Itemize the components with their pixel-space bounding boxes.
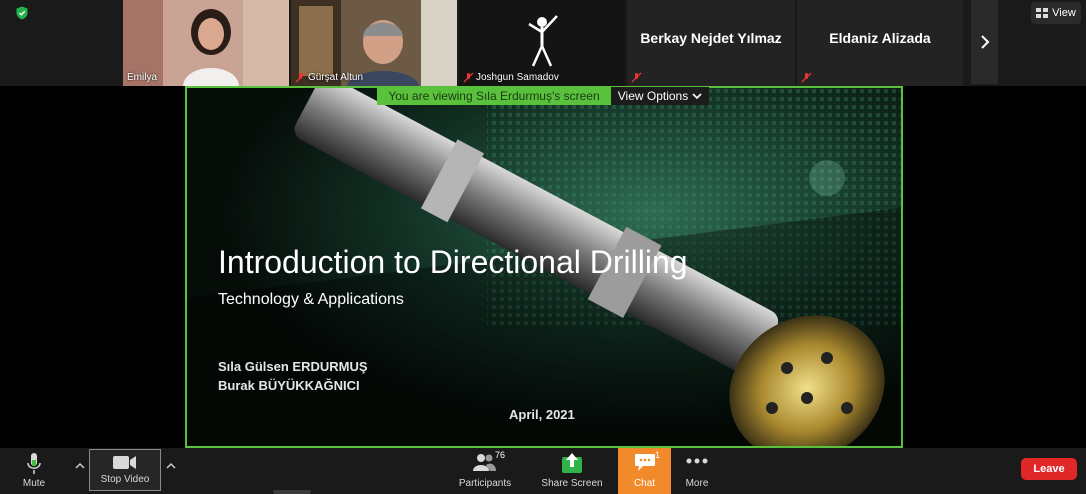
view-button[interactable]: View [1031,2,1081,24]
chat-button[interactable]: 1 Chat [618,448,671,494]
participant-name: Gürşat Altun [295,72,363,83]
share-screen-button[interactable]: Share Screen [538,448,606,494]
view-label: View [1052,7,1076,19]
share-screen-arrow-icon [562,453,582,473]
slide-date: April, 2021 [509,407,575,422]
meeting-toolbar: Mute Stop Video 76 Participants Share Sc… [0,448,1086,494]
participants-label: Participants [458,478,512,489]
video-options-chevron-up-icon[interactable] [165,461,177,471]
leave-button[interactable]: Leave [1021,458,1077,480]
more-dots-icon [686,458,708,464]
muted-microphone-icon [463,72,474,83]
view-options-label: View Options [617,89,689,103]
microphone-icon [27,453,41,474]
muted-microphone-icon [631,72,642,83]
participant-display-name: Eldaniz Alizada [829,30,931,46]
chevron-right-icon [980,35,989,49]
video-camera-icon [113,456,136,469]
more-button[interactable]: More [676,448,718,494]
stop-video-label: Stop Video [100,474,150,485]
slide-author: Burak BÜYÜKKAĞNICI [218,378,360,393]
participants-button[interactable]: 76 Participants [452,448,518,494]
mute-button[interactable]: Mute [12,448,56,494]
participant-tile[interactable]: Berkay Nejdet Yılmaz [627,0,795,86]
slide-author: Sıla Gülsen ERDURMUŞ [218,359,368,374]
chat-unread-badge: 1 [655,450,661,460]
next-participants-button[interactable] [971,0,998,84]
mute-label: Mute [22,478,46,489]
slide-subtitle: Technology & Applications [218,291,404,308]
participant-name [801,72,812,83]
participant-tile[interactable]: Eldaniz Alizada [797,0,963,86]
zoom-meeting-window: Emilya Gürşat Altun Joshgun Samadov Berk… [0,0,1086,494]
grid-view-icon [1036,8,1049,18]
more-label: More [685,478,709,489]
audio-options-chevron-up-icon[interactable] [74,461,86,471]
participant-tile[interactable]: Joshgun Samadov [459,0,625,86]
participant-tile[interactable]: Gürşat Altun [291,0,457,86]
dabbing-skeleton-icon [528,15,558,67]
viewing-screen-banner: You are viewing Sıla Erdurmuş's screen [377,87,611,105]
chevron-down-icon [692,92,702,99]
slide-title: Introduction to Directional Drilling [218,244,688,280]
share-screen-label: Share Screen [541,478,603,489]
view-options-button[interactable]: View Options [611,87,709,105]
participant-tile[interactable]: Emilya [123,0,289,86]
participant-name: Joshgun Samadov [463,72,559,83]
participant-name: Emilya [127,72,158,83]
stop-video-button[interactable]: Stop Video [89,449,161,491]
participant-display-name: Berkay Nejdet Yılmaz [640,30,782,46]
chat-bubble-icon [634,454,655,471]
participant-name [631,72,642,83]
muted-microphone-icon [295,72,306,83]
scroll-indicator [273,490,311,494]
participants-count-badge: 76 [495,450,506,460]
security-shield-icon[interactable] [15,6,29,20]
shared-screen[interactable]: Introduction to Directional Drilling Tec… [185,86,903,448]
chat-label: Chat [633,478,656,489]
muted-microphone-icon [801,72,812,83]
participant-strip: Emilya Gürşat Altun Joshgun Samadov Berk… [0,0,1086,86]
